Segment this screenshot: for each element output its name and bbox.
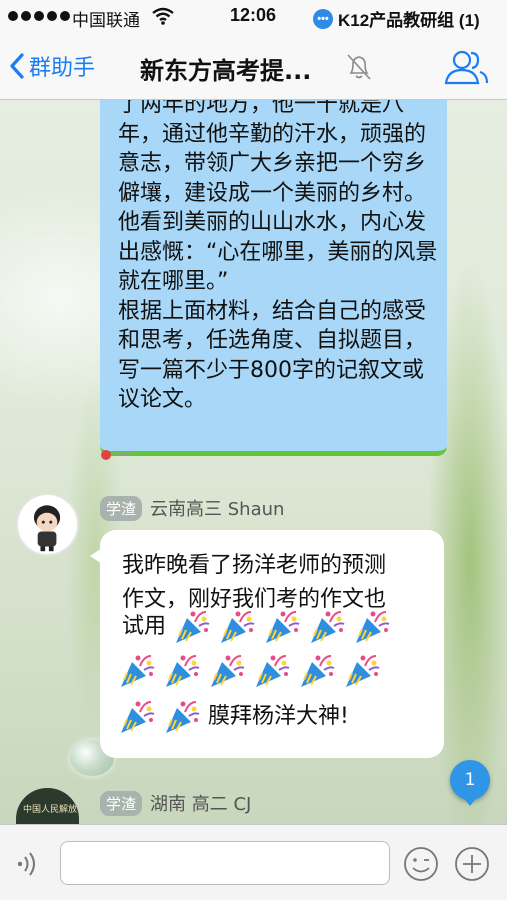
emoji-row: 膜拜杨洋大神! [118,698,349,736]
wifi-icon [152,7,174,25]
emoji-row: 试用 [118,608,391,646]
member-level-badge: 学渣 [100,790,143,816]
page-title: 新东方高考提... [140,57,312,85]
group-members-icon[interactable] [442,48,490,86]
carrier-name: 中国联通 [72,11,140,30]
signal-strength-icon [8,11,70,21]
input-bar [0,824,507,900]
avatar[interactable] [16,493,79,556]
navigation-bar: 群助手 新东方高考提... [0,34,507,100]
message-text-previous: 了两年的地方，他一干就是八年，通过他辛勤的汗水，顽强的意志，带领广大乡亲把一个穷… [118,100,438,412]
party-popper-icon [263,608,301,646]
party-popper-icon [173,608,211,646]
party-popper-icon [253,652,291,690]
party-popper-icon [218,608,256,646]
notification-text: K12产品教研组 (1) [338,11,480,30]
party-popper-icon [353,608,391,646]
plus-icon[interactable] [453,845,491,883]
party-popper-icon [118,652,156,690]
party-popper-icon [163,652,201,690]
party-popper-icon [343,652,381,690]
notification-indicator[interactable]: ••• K12产品教研组 (1) [313,6,480,31]
smiley-face-icon[interactable] [402,845,440,883]
mute-bell-icon [347,54,371,80]
sender-name[interactable]: 湖南 高二 CJ [150,790,251,816]
status-bar: 中国联通 12:06 ••• K12产品教研组 (1) [0,0,507,34]
voice-input-icon[interactable] [14,849,44,879]
sender-name[interactable]: 云南高三 Shaun [150,495,284,521]
party-popper-icon [208,652,246,690]
back-label: 群助手 [29,56,96,81]
cartoon-avatar-icon [33,505,61,552]
message-line: 膜拜杨洋大神! [208,704,349,729]
clock: 12:06 [230,5,277,25]
party-popper-icon [163,698,201,736]
unread-count-badge[interactable]: 1 [450,760,490,806]
message-bubble-previous[interactable]: 了两年的地方，他一干就是八年，通过他辛勤的汗水，顽强的意志，带领广大乡亲把一个穷… [100,100,447,456]
message-line: 我昨晚看了扬洋老师的预测 [122,553,387,578]
party-popper-icon [118,698,156,736]
sender-row: 学渣 云南高三 Shaun [100,495,284,521]
avatar-text: 中国人民解放军 驻日本部队 [23,805,79,815]
chevron-left-icon [10,53,24,79]
bubble-decoration-icon [101,450,133,460]
message-input[interactable] [60,841,390,885]
message-bubble[interactable]: 我昨晚看了扬洋老师的预测 作文，刚好我们考的作文也 试用 膜拜杨洋大神! [90,530,444,758]
sender-row: 学渣 湖南 高二 CJ [100,790,251,816]
party-popper-icon [308,608,346,646]
member-level-badge: 学渣 [100,495,143,521]
party-popper-icon [298,652,336,690]
chat-bubble-icon: ••• [313,8,333,29]
message-line: 试用 [122,614,167,639]
emoji-row [118,652,381,690]
back-button[interactable]: 群助手 [8,50,95,82]
